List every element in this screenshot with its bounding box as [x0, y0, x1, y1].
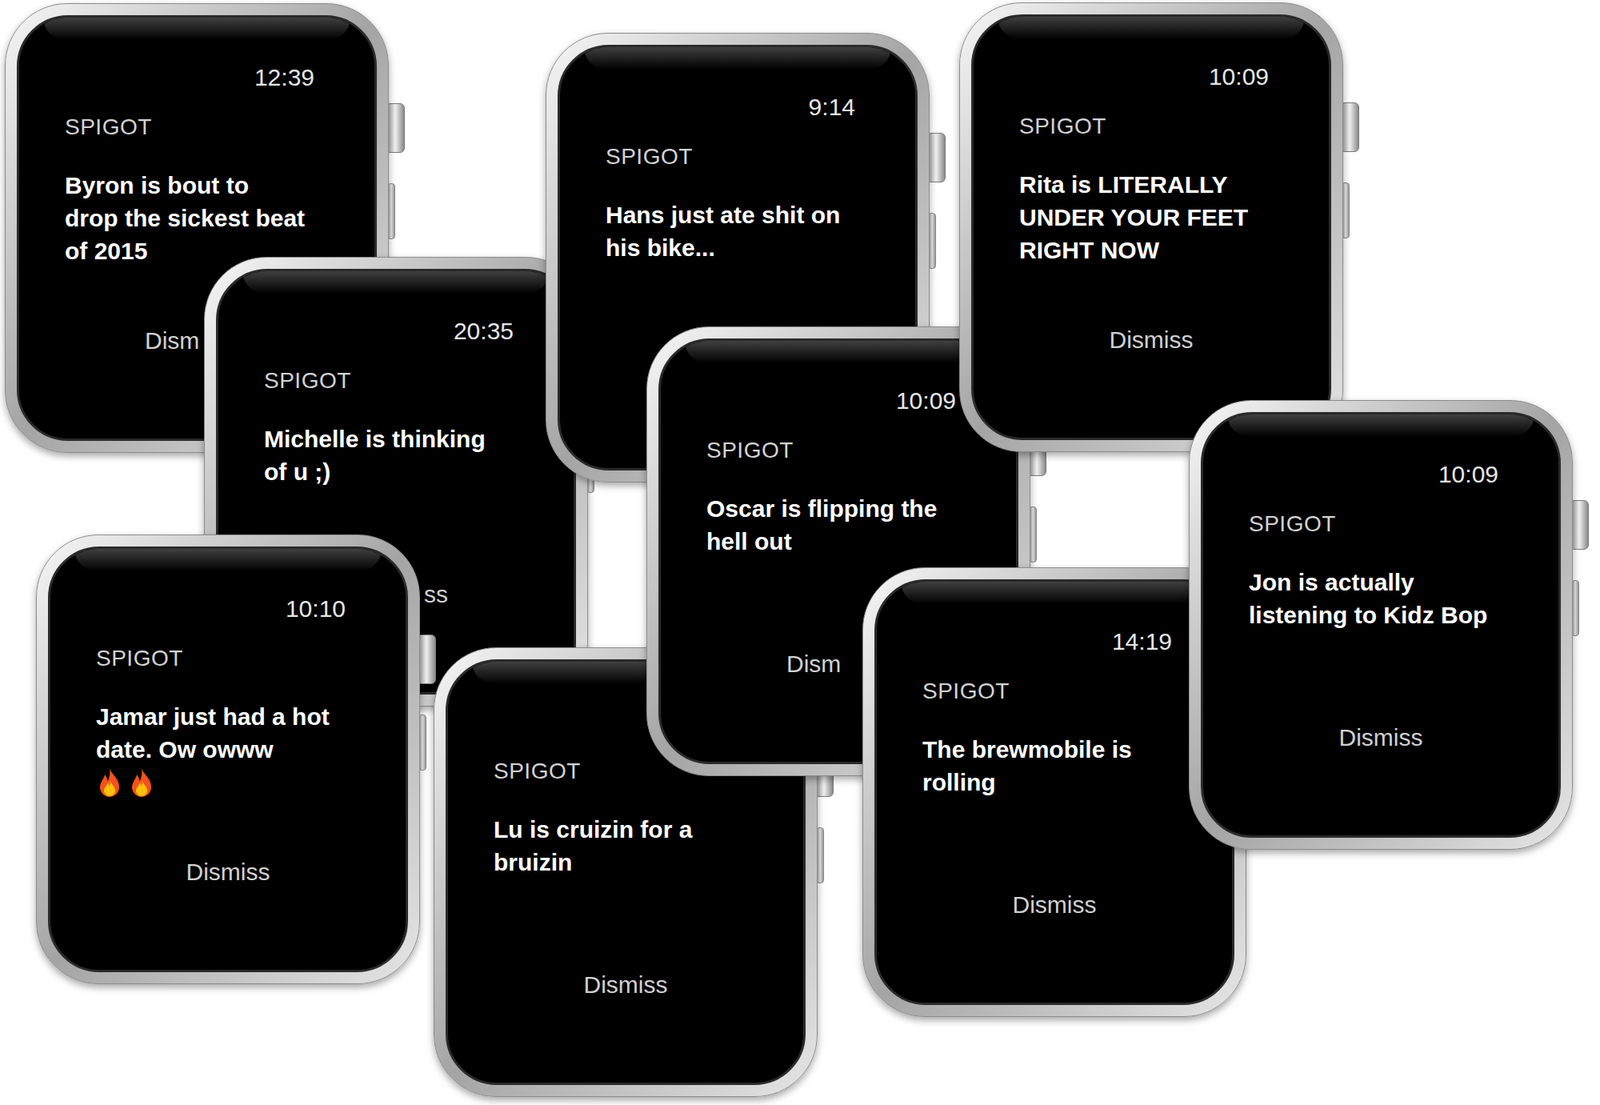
dismiss-button[interactable]: Dismiss: [1099, 327, 1204, 353]
watch: 10:09 SPIGOT Rita is LITERALLY UNDER YOUR …: [959, 2, 1344, 452]
notification-message: Hans just ate shit on his bike...: [605, 198, 848, 264]
dismiss-label[interactable]: ss: [424, 580, 448, 608]
screen-gloss: [997, 16, 1305, 40]
time-row: 9:14: [605, 94, 870, 120]
dismiss-row: Dismiss: [493, 972, 758, 998]
app-name: SPIGOT: [64, 114, 329, 140]
dismiss-button[interactable]: Dismiss: [176, 859, 280, 885]
notification-time: 12:39: [254, 64, 315, 91]
notification-body: Hans just ate shit on his bike...: [605, 198, 848, 297]
screen-gloss: [43, 17, 351, 40]
notification-body: Rita is LITERALLY UNDER YOUR FEET RIGHT …: [1019, 168, 1261, 267]
dismiss-row: Dismiss: [96, 859, 360, 885]
time-row: 14:19: [922, 628, 1187, 655]
reaction-row: [96, 765, 338, 799]
screen-gloss: [900, 581, 1208, 604]
dismiss-label[interactable]: Dism: [144, 327, 200, 354]
watch-case: 10:09 SPIGOT Rita is LITERALLY UNDER YOUR …: [959, 2, 1344, 452]
watch-collage: 12:39 SPIGOT Byron is bout to drop the sic…: [0, 0, 1600, 1105]
notification-body: Jamar just had a hot date. Ow owww: [96, 700, 338, 799]
notification-body: Byron is bout to drop the sickest beat o…: [64, 168, 307, 268]
app-name: SPIGOT: [922, 678, 1187, 704]
dismiss-row: Dismiss: [1019, 327, 1284, 353]
app-name: SPIGOT: [96, 645, 360, 672]
dismiss-label[interactable]: Dismiss: [186, 858, 271, 885]
dismiss-label[interactable]: Dismiss: [1109, 326, 1194, 353]
screen-gloss: [684, 340, 992, 364]
notification-body: Jon is actually listening to Kidz Bop: [1248, 565, 1491, 664]
notification-time: 10:09: [1438, 460, 1499, 488]
dismiss-button[interactable]: Dismiss: [573, 972, 678, 998]
watch-case: 10:09 SPIGOT Jon is actually listening to …: [1188, 400, 1573, 850]
notification-message: Jon is actually listening to Kidz Bop: [1248, 565, 1491, 632]
dismiss-label[interactable]: Dismiss: [1012, 891, 1097, 918]
notification-message: Michelle is thinking of u ;): [264, 422, 506, 488]
screen-gloss: [74, 548, 382, 572]
time-row: 12:39: [64, 64, 329, 91]
screen-gloss: [584, 47, 892, 70]
fire-icon: [128, 767, 156, 798]
notification-body: Michelle is thinking of u ;): [264, 422, 506, 521]
notification-message: Oscar is flipping the hell out: [706, 492, 948, 558]
notification-message: Rita is LITERALLY UNDER YOUR FEET RIGHT …: [1019, 168, 1261, 267]
app-name: SPIGOT: [1248, 511, 1513, 537]
notification-time: 9:14: [808, 93, 856, 120]
notification-body: The brewmobile is rolling: [922, 732, 1164, 832]
notification-screen[interactable]: 10:10 SPIGOT Jamar just had a hot date. Ow…: [48, 546, 408, 972]
notification-screen[interactable]: 14:19 SPIGOT The brewmobile is rolling Dism…: [874, 579, 1235, 1005]
screen-gloss: [242, 271, 550, 294]
dismiss-button[interactable]: Dismiss: [1328, 724, 1433, 751]
notification-time: 10:09: [1208, 63, 1269, 90]
notification-time: 20:35: [453, 317, 514, 344]
time-row: 10:09: [706, 388, 971, 414]
app-name: SPIGOT: [1019, 113, 1284, 140]
screen-gloss: [1227, 414, 1535, 437]
dismiss-button[interactable]: Dismiss: [1002, 892, 1107, 918]
watch: 10:10 SPIGOT Jamar just had a hot date. Ow…: [36, 534, 420, 984]
time-row: 10:09: [1019, 64, 1284, 90]
app-name: SPIGOT: [706, 437, 971, 464]
notification-time: 10:09: [896, 387, 956, 414]
notification-body: Lu is cruizin for a bruizin: [493, 812, 736, 912]
notification-message: Jamar just had a hot date. Ow owww: [96, 700, 338, 766]
time-row: 10:09: [1248, 461, 1513, 488]
notification-message: Lu is cruizin for a bruizin: [493, 812, 736, 879]
dismiss-row: Dismiss: [1248, 724, 1513, 751]
notification-message: Byron is bout to drop the sickest beat o…: [64, 168, 307, 268]
dismiss-label[interactable]: Dismiss: [1339, 724, 1424, 751]
notification-time: 14:19: [1112, 628, 1172, 655]
notification-screen[interactable]: 10:09 SPIGOT Rita is LITERALLY UNDER YOUR …: [971, 14, 1332, 440]
notification-time: 10:10: [285, 595, 346, 622]
watch-case: 10:10 SPIGOT Jamar just had a hot date. Ow…: [36, 534, 420, 984]
time-row: 10:10: [96, 596, 360, 622]
dismiss-label[interactable]: Dismiss: [584, 971, 668, 998]
dismiss-row: Dismiss: [922, 892, 1187, 918]
notification-message: The brewmobile is rolling: [922, 732, 1164, 799]
fire-icon: [96, 767, 124, 798]
app-name: SPIGOT: [264, 368, 528, 394]
watch: 10:09 SPIGOT Jon is actually listening to …: [1188, 400, 1573, 850]
dismiss-label[interactable]: Dism: [786, 650, 841, 677]
notification-screen[interactable]: 10:09 SPIGOT Jon is actually listening to …: [1200, 412, 1561, 838]
time-row: 20:35: [264, 318, 528, 344]
app-name: SPIGOT: [605, 144, 870, 170]
